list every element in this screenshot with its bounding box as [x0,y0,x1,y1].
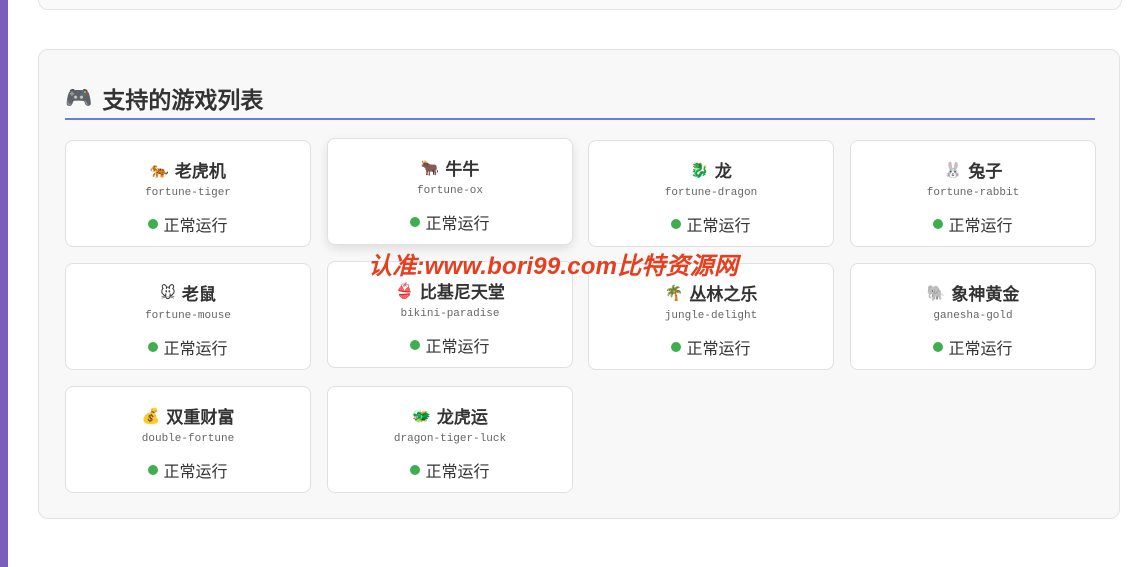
status-dot-icon [148,219,159,229]
game-code: fortune-dragon [664,187,758,199]
status-dot-icon [671,342,682,352]
game-status: 正常运行 [851,212,1095,236]
left-accent-bar [0,0,8,567]
game-code: double-fortune [141,433,235,445]
game-status: 正常运行 [328,210,572,234]
game-code: dragon-tiger-luck [393,433,507,445]
game-card-fortune-mouse[interactable]: 🐭 老鼠 fortune-mouse 正常运行 [65,263,311,370]
game-name: 老鼠 [181,285,216,304]
status-text: 正常运行 [948,218,1013,235]
game-status: 正常运行 [328,333,572,357]
game-code: fortune-tiger [145,187,231,199]
section-title-text: 支持的游戏列表 [102,87,264,113]
status-text: 正常运行 [686,341,751,358]
game-status: 正常运行 [851,335,1095,359]
game-card-double-fortune[interactable]: 💰 双重财富 double-fortune 正常运行 [65,386,311,493]
ox-icon: 🐂 [420,159,440,177]
game-status: 正常运行 [66,458,310,482]
elephant-icon: 🐘 [926,284,946,302]
status-text: 正常运行 [425,216,490,233]
status-text: 正常运行 [948,341,1013,358]
status-dot-icon [410,340,421,350]
status-dot-icon [148,342,159,352]
section-title: 🎮 支持的游戏列表 [65,78,1095,120]
game-status: 正常运行 [66,212,310,236]
status-text: 正常运行 [163,341,228,358]
game-name: 比基尼天堂 [419,283,505,302]
gamepad-icon: 🎮 [65,85,93,110]
bikini-icon: 👙 [395,282,414,300]
game-name: 兔子 [968,162,1003,181]
game-status: 正常运行 [328,458,572,482]
game-name: 龙虎运 [436,408,488,427]
status-text: 正常运行 [686,218,751,235]
status-text: 正常运行 [425,464,490,481]
status-text: 正常运行 [425,339,490,356]
game-name: 双重财富 [166,408,235,427]
game-code: bikini-paradise [400,308,500,320]
money-bag-icon: 💰 [141,407,161,425]
game-card-ganesha-gold[interactable]: 🐘 象神黄金 ganesha-gold 正常运行 [850,263,1096,370]
game-status: 正常运行 [66,335,310,359]
game-card-fortune-dragon[interactable]: 🐉 龙 fortune-dragon 正常运行 [588,140,834,247]
game-name: 象神黄金 [951,285,1020,304]
game-code: ganesha-gold [933,310,1013,322]
status-dot-icon [671,219,682,229]
game-status: 正常运行 [589,212,833,236]
game-card-fortune-tiger[interactable]: 🐅 老虎机 fortune-tiger 正常运行 [65,140,311,247]
status-dot-icon [410,217,421,227]
status-dot-icon [933,219,944,229]
dragon-icon: 🐉 [690,161,709,179]
game-name: 龙 [714,162,732,181]
status-dot-icon [933,342,944,352]
game-code: fortune-ox [416,185,483,197]
game-code: jungle-delight [664,310,758,322]
rabbit-icon: 🐰 [943,161,963,179]
games-panel: 🎮 支持的游戏列表 🐅 老虎机 fortune-tiger 正常运行 🐂 牛牛 fo… [38,49,1120,519]
game-code: fortune-rabbit [926,187,1020,199]
status-dot-icon [410,465,421,475]
game-card-fortune-ox[interactable]: 🐂 牛牛 fortune-ox 正常运行 [327,138,573,245]
palm-tree-icon: 🌴 [664,284,684,302]
mouse-icon: 🐭 [160,284,176,302]
game-card-dragon-tiger-luck[interactable]: 🐲 龙虎运 dragon-tiger-luck 正常运行 [327,386,573,493]
status-text: 正常运行 [163,464,228,481]
tiger-icon: 🐅 [150,161,169,179]
dragon-face-icon: 🐲 [412,407,431,425]
game-name: 牛牛 [445,160,480,179]
watermark-text: 认准:www.bori99.com比特资源网 [368,253,739,280]
game-name: 丛林之乐 [689,285,758,304]
status-dot-icon [148,465,159,475]
previous-section-card [38,0,1122,10]
game-code: fortune-mouse [145,310,231,322]
game-card-fortune-rabbit[interactable]: 🐰 兔子 fortune-rabbit 正常运行 [850,140,1096,247]
status-text: 正常运行 [163,218,228,235]
game-status: 正常运行 [589,335,833,359]
game-name: 老虎机 [174,162,226,181]
